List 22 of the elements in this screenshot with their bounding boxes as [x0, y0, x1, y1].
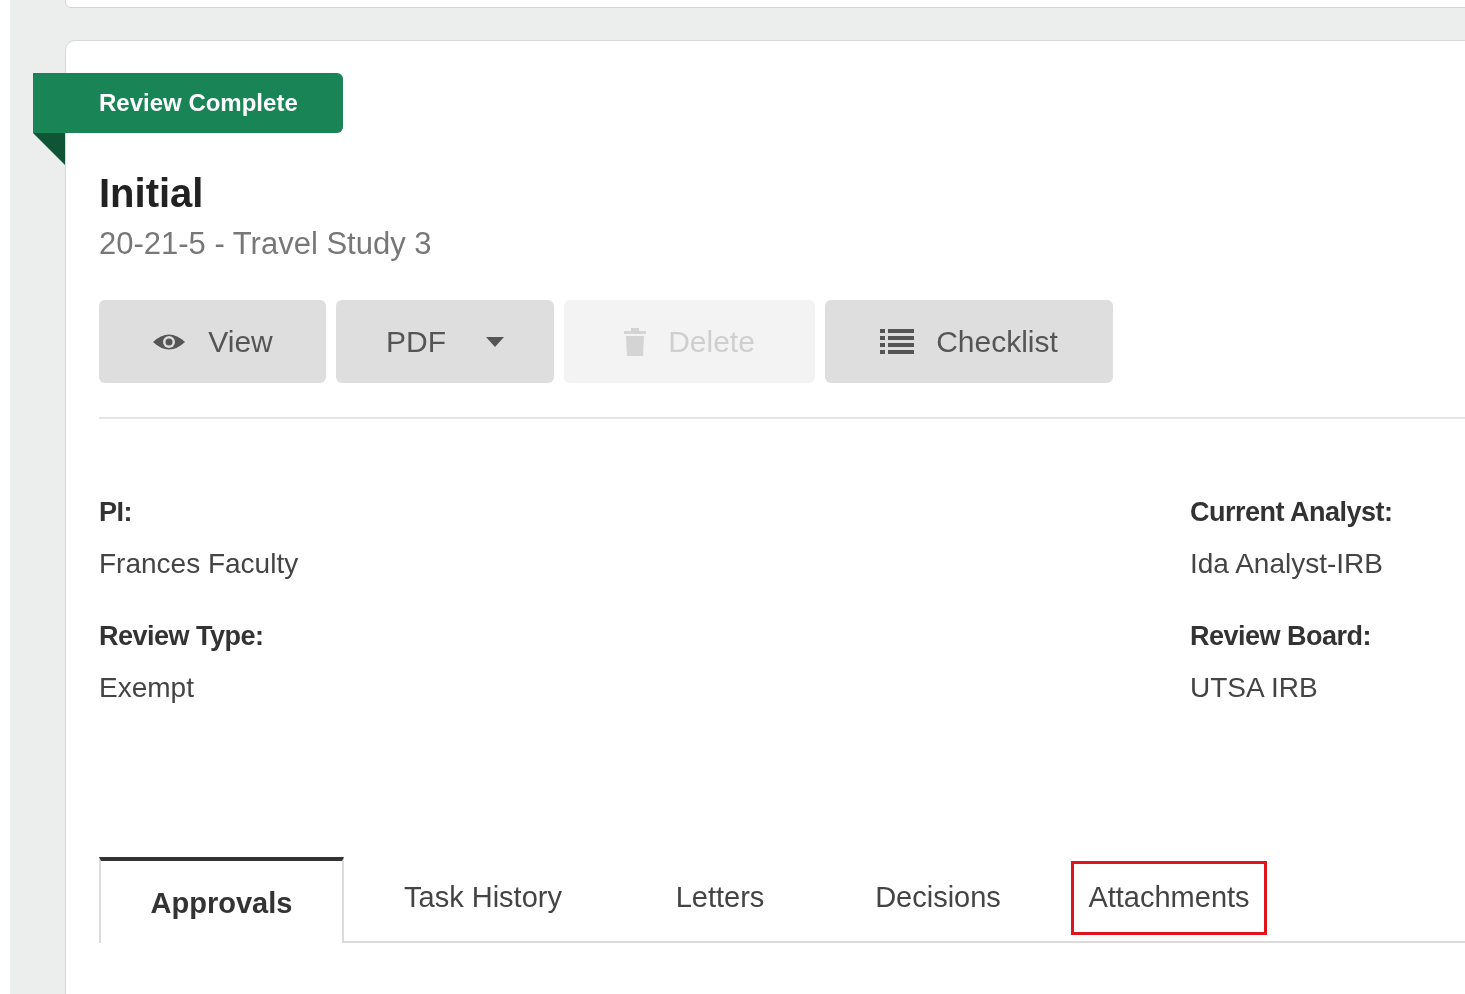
page-title: Initial	[99, 170, 204, 217]
field-label: Review Type:	[99, 620, 264, 653]
tab[interactable]: Letters	[622, 857, 818, 941]
ribbon-fold-icon	[33, 133, 65, 165]
field-value: Exempt	[99, 671, 194, 705]
caret-icon	[486, 336, 504, 347]
field-label: PI:	[99, 496, 132, 529]
tab[interactable]: Decisions	[818, 857, 1058, 941]
tab[interactable]: Task History	[344, 857, 622, 941]
action-button[interactable]: View	[99, 300, 326, 383]
field-value: Frances Faculty	[99, 547, 299, 581]
field-value: Ida Analyst-IRB	[1190, 547, 1383, 581]
field-value: UTSA IRB	[1190, 671, 1318, 705]
field-label: Current Analyst:	[1190, 496, 1393, 529]
action-button[interactable]: Checklist	[825, 300, 1113, 383]
field-label: Review Board:	[1190, 620, 1372, 653]
tab[interactable]: Approvals	[99, 857, 344, 943]
list-icon	[880, 328, 915, 355]
status-ribbon: Review Complete	[33, 73, 343, 133]
study-subtitle: 20-21-5 - Travel Study 3	[99, 225, 432, 263]
dropdown-button[interactable]: PDF	[336, 300, 554, 383]
trash-icon	[624, 327, 647, 356]
